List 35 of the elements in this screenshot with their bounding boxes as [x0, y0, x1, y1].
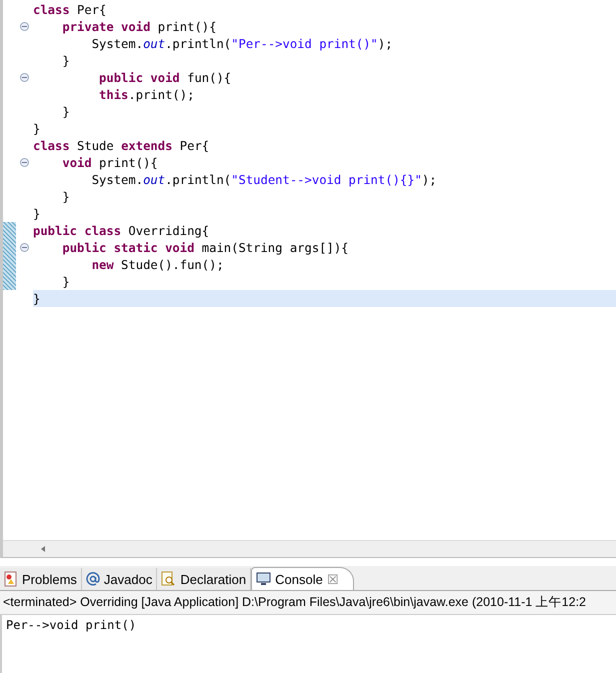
console-output: Per-->void print() [0, 615, 616, 673]
view-tab[interactable]: Problems [0, 568, 82, 590]
collapse-icon[interactable] [20, 22, 29, 31]
code-line: } [33, 122, 40, 136]
collapse-icon[interactable] [20, 243, 29, 252]
left-arrow-icon[interactable] [41, 546, 45, 552]
close-button[interactable]: ☒ [326, 572, 339, 586]
code-line: new Stude().fun(); [92, 258, 224, 272]
code-line: public static void main(String args[]){ [62, 240, 349, 254]
magnifier-document-icon [161, 571, 176, 587]
code-line: this.print(); [99, 88, 194, 102]
code-line: } [62, 190, 70, 204]
monitor-icon [256, 572, 272, 586]
at-sign-icon [86, 572, 100, 586]
code-line: } [62, 104, 70, 118]
view-tab[interactable]: Declaration [157, 568, 252, 590]
code-line: System.out.println("Student-->void print(){}"); [92, 172, 437, 186]
view-tab[interactable]: Javadoc [82, 568, 158, 590]
code-line: public class Overriding{ [33, 224, 210, 238]
collapse-icon[interactable] [20, 73, 29, 82]
code-line: } [33, 206, 40, 220]
code-line: } [62, 54, 70, 68]
code-line: } [62, 274, 70, 288]
view-tab[interactable]: Console ☒ [251, 567, 354, 590]
warning-list-icon [4, 571, 18, 587]
code-line: System.out.println("Per-->void print()"); [92, 36, 393, 50]
code-line: public void fun(){ [99, 70, 232, 84]
horizontal-scrollbar[interactable] [3, 540, 616, 557]
code-line: private void print(){ [62, 20, 216, 34]
code-line: class Per{ [33, 2, 106, 16]
collapse-icon[interactable] [20, 158, 29, 167]
console-status: <terminated> Overriding [Java Application] D:\Program Files\Java\jre6\bin\javaw.exe (2010-11-1 上午12:2 [0, 591, 616, 615]
code-line: class Stude extends Per{ [33, 138, 210, 152]
code-line: } [33, 292, 40, 306]
code-line: void print(){ [62, 156, 158, 170]
